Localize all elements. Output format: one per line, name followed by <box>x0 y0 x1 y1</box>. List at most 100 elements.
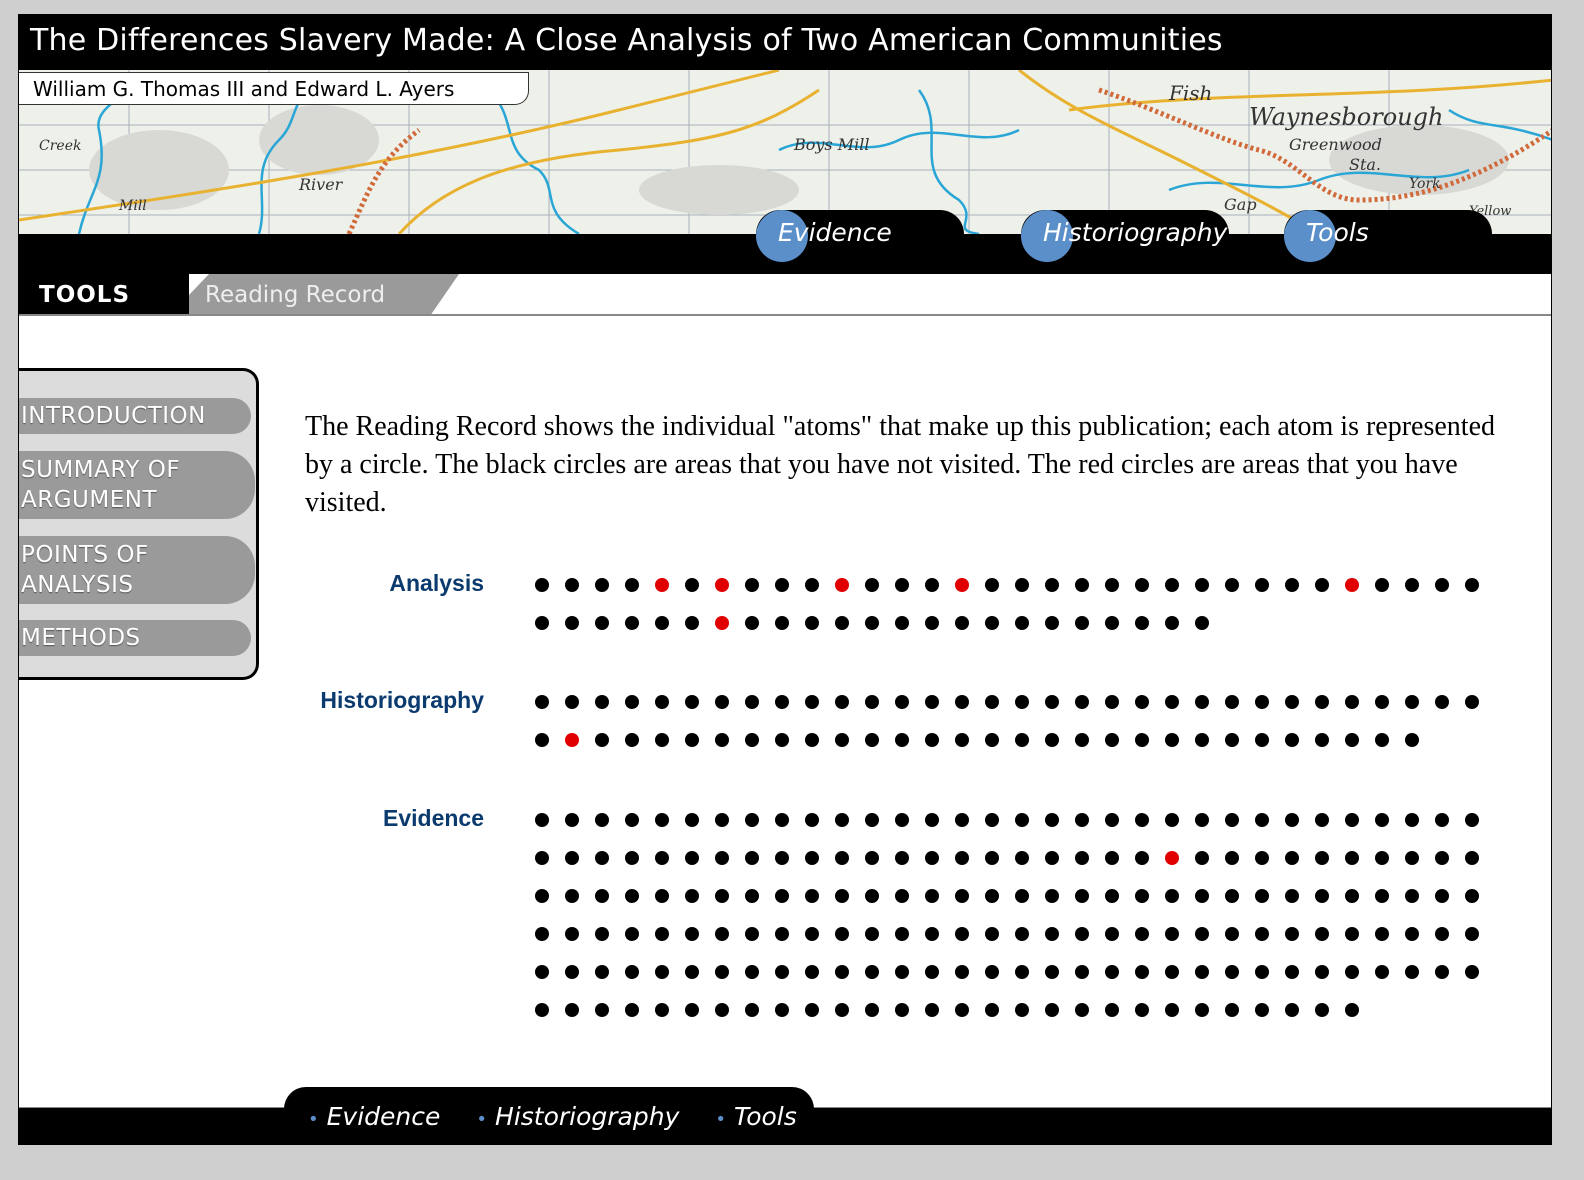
atom-unvisited[interactable] <box>925 578 939 592</box>
atom-visited[interactable] <box>1165 851 1179 865</box>
atom-unvisited[interactable] <box>1435 927 1449 941</box>
atom-unvisited[interactable] <box>685 889 699 903</box>
atom-unvisited[interactable] <box>1105 733 1119 747</box>
atom-unvisited[interactable] <box>1345 927 1359 941</box>
record-label-analysis[interactable]: Analysis <box>284 570 484 597</box>
atom-unvisited[interactable] <box>805 813 819 827</box>
atom-unvisited[interactable] <box>805 695 819 709</box>
atom-unvisited[interactable] <box>985 616 999 630</box>
atom-unvisited[interactable] <box>985 733 999 747</box>
atom-unvisited[interactable] <box>685 927 699 941</box>
footer-link-tools[interactable]: • Tools <box>715 1102 796 1131</box>
atom-unvisited[interactable] <box>925 851 939 865</box>
atom-visited[interactable] <box>1345 578 1359 592</box>
atom-visited[interactable] <box>835 578 849 592</box>
atom-unvisited[interactable] <box>865 965 879 979</box>
atom-unvisited[interactable] <box>595 889 609 903</box>
atom-unvisited[interactable] <box>535 927 549 941</box>
atom-unvisited[interactable] <box>1075 927 1089 941</box>
atom-unvisited[interactable] <box>835 695 849 709</box>
atom-unvisited[interactable] <box>745 889 759 903</box>
nav-tab-evidence[interactable]: Evidence <box>756 210 964 262</box>
atom-unvisited[interactable] <box>1225 733 1239 747</box>
atom-unvisited[interactable] <box>1465 695 1479 709</box>
atom-unvisited[interactable] <box>1045 616 1059 630</box>
atom-unvisited[interactable] <box>805 965 819 979</box>
sidebar-item-points-of-analysis[interactable]: POINTS OF ANALYSIS <box>19 536 255 604</box>
atom-unvisited[interactable] <box>1405 813 1419 827</box>
atom-unvisited[interactable] <box>925 616 939 630</box>
atom-unvisited[interactable] <box>1465 927 1479 941</box>
atom-unvisited[interactable] <box>625 1003 639 1017</box>
atom-unvisited[interactable] <box>1105 578 1119 592</box>
atom-unvisited[interactable] <box>985 813 999 827</box>
atom-unvisited[interactable] <box>835 851 849 865</box>
atom-unvisited[interactable] <box>535 733 549 747</box>
atom-unvisited[interactable] <box>655 695 669 709</box>
nav-tab-historiography[interactable]: Historiography <box>1021 210 1229 262</box>
atom-unvisited[interactable] <box>805 927 819 941</box>
atom-unvisited[interactable] <box>1345 733 1359 747</box>
atom-unvisited[interactable] <box>1165 965 1179 979</box>
atom-unvisited[interactable] <box>595 695 609 709</box>
atom-unvisited[interactable] <box>685 1003 699 1017</box>
atom-unvisited[interactable] <box>1375 695 1389 709</box>
atom-unvisited[interactable] <box>1345 889 1359 903</box>
atom-unvisited[interactable] <box>1075 578 1089 592</box>
atom-unvisited[interactable] <box>865 813 879 827</box>
atom-unvisited[interactable] <box>655 616 669 630</box>
atom-unvisited[interactable] <box>1375 851 1389 865</box>
atom-unvisited[interactable] <box>895 813 909 827</box>
atom-unvisited[interactable] <box>655 889 669 903</box>
atom-unvisited[interactable] <box>1105 965 1119 979</box>
atom-unvisited[interactable] <box>955 733 969 747</box>
atom-unvisited[interactable] <box>745 927 759 941</box>
atom-unvisited[interactable] <box>745 733 759 747</box>
atom-unvisited[interactable] <box>715 927 729 941</box>
atom-unvisited[interactable] <box>685 965 699 979</box>
atom-unvisited[interactable] <box>715 965 729 979</box>
atom-unvisited[interactable] <box>595 733 609 747</box>
atom-unvisited[interactable] <box>595 1003 609 1017</box>
atom-unvisited[interactable] <box>925 1003 939 1017</box>
atom-unvisited[interactable] <box>1045 813 1059 827</box>
atom-unvisited[interactable] <box>655 851 669 865</box>
atom-unvisited[interactable] <box>565 616 579 630</box>
atom-unvisited[interactable] <box>1405 851 1419 865</box>
atom-unvisited[interactable] <box>1255 889 1269 903</box>
atom-unvisited[interactable] <box>1285 889 1299 903</box>
atom-unvisited[interactable] <box>865 695 879 709</box>
atom-unvisited[interactable] <box>1255 965 1269 979</box>
atom-unvisited[interactable] <box>1195 578 1209 592</box>
atom-unvisited[interactable] <box>685 813 699 827</box>
atom-unvisited[interactable] <box>1135 965 1149 979</box>
atom-unvisited[interactable] <box>775 695 789 709</box>
atom-unvisited[interactable] <box>1135 851 1149 865</box>
atom-unvisited[interactable] <box>1225 927 1239 941</box>
atom-unvisited[interactable] <box>715 695 729 709</box>
atom-unvisited[interactable] <box>835 889 849 903</box>
atom-unvisited[interactable] <box>1285 733 1299 747</box>
atom-unvisited[interactable] <box>655 1003 669 1017</box>
atom-unvisited[interactable] <box>625 733 639 747</box>
atom-unvisited[interactable] <box>895 851 909 865</box>
atom-unvisited[interactable] <box>1165 695 1179 709</box>
atom-unvisited[interactable] <box>1135 578 1149 592</box>
atom-unvisited[interactable] <box>1345 695 1359 709</box>
atom-unvisited[interactable] <box>625 965 639 979</box>
sidebar-item-introduction[interactable]: INTRODUCTION <box>19 398 251 434</box>
atom-unvisited[interactable] <box>1165 733 1179 747</box>
atom-unvisited[interactable] <box>1285 927 1299 941</box>
atom-unvisited[interactable] <box>1165 927 1179 941</box>
atom-unvisited[interactable] <box>595 813 609 827</box>
atom-unvisited[interactable] <box>535 616 549 630</box>
atom-unvisited[interactable] <box>1045 851 1059 865</box>
atom-unvisited[interactable] <box>685 616 699 630</box>
atom-unvisited[interactable] <box>985 578 999 592</box>
atom-unvisited[interactable] <box>805 851 819 865</box>
atom-unvisited[interactable] <box>1195 1003 1209 1017</box>
atom-unvisited[interactable] <box>1135 889 1149 903</box>
atom-unvisited[interactable] <box>1195 965 1209 979</box>
atom-unvisited[interactable] <box>595 578 609 592</box>
atom-unvisited[interactable] <box>895 616 909 630</box>
